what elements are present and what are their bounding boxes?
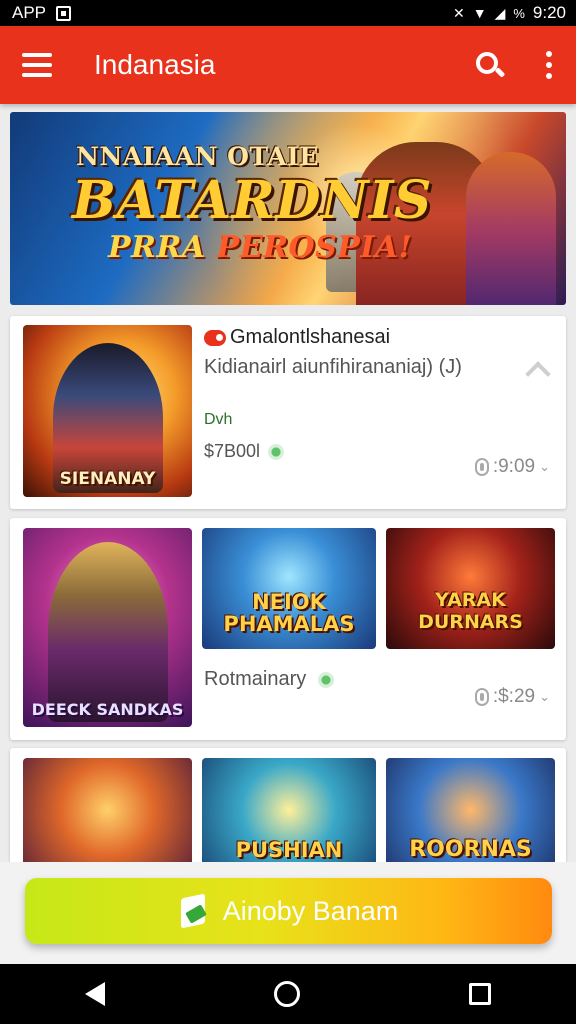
chevron-down-icon: ⌄ <box>539 689 550 704</box>
edit-icon <box>179 894 209 928</box>
game-title: Gmalontlshanesai <box>204 326 390 349</box>
game-price: $7B00l <box>204 441 285 462</box>
collection-label: Rotmainary <box>204 668 335 691</box>
thumbnail-caption: DEECK SANDKAS <box>31 700 184 719</box>
menu-icon[interactable] <box>22 53 52 77</box>
collection-label-text: Rotmainary <box>204 668 307 690</box>
game-thumbnail[interactable]: ROORNAS <box>386 758 555 878</box>
banner-line-3a: PRRA <box>108 230 217 265</box>
game-thumbnail[interactable]: DEECK SANDKAS <box>23 528 192 727</box>
search-icon[interactable] <box>472 48 506 82</box>
clock: 9:20 <box>532 3 566 22</box>
featured-stat[interactable]: :9:09 ⌄ <box>474 456 550 478</box>
thumbnail-character <box>47 542 168 722</box>
home-icon[interactable] <box>273 981 300 1007</box>
game-collection-card: PUSHIAN ROORNAS <box>10 748 566 878</box>
chevron-down-icon: ⌄ <box>539 459 550 474</box>
banner-heroine <box>466 152 556 305</box>
download-icon <box>474 688 489 706</box>
developer-name: Dvh <box>204 411 233 428</box>
app-bar: Indanasia <box>0 26 576 104</box>
game-thumbnail[interactable]: PUSHIAN <box>202 758 376 878</box>
promo-banner[interactable]: NNAIAAN OTAIE BATARDNIS PRRA PEROSPIA! <box>10 112 566 305</box>
thumbnail-caption: PUSHIAN <box>235 838 343 862</box>
game-title-text: Gmalontlshanesai <box>230 326 391 348</box>
collection-stat[interactable]: :$:29 ⌄ <box>474 686 550 708</box>
status-bar: APP ✕ ▼ ◢ % 9:20 <box>0 0 576 26</box>
featured-game-thumbnail[interactable]: SIENANAY <box>23 325 192 497</box>
carrier-label: APP <box>12 3 47 22</box>
cta-button[interactable]: Ainoby Banam <box>25 878 552 944</box>
game-thumbnail[interactable]: NEIOK PHAMALAS <box>202 528 376 649</box>
cta-label: Ainoby Banam <box>222 895 399 926</box>
mute-icon: ✕ <box>452 5 465 21</box>
featured-game-card[interactable]: SIENANAY Gmalontlshanesai Kidianairl aiu… <box>10 316 566 509</box>
collapse-chevron-icon[interactable] <box>524 356 550 382</box>
publisher-icon <box>204 329 226 346</box>
banner-line-3: PRRA PEROSPIA! <box>108 230 412 265</box>
game-subtitle: Kidianairl aiunfihirananiaj) (J) <box>204 356 462 378</box>
thumbnail-caption: NEIOK PHAMALAS <box>223 590 355 636</box>
game-thumbnail[interactable] <box>23 758 192 878</box>
recent-apps-icon[interactable] <box>469 983 492 1005</box>
notification-icon <box>56 5 72 21</box>
game-collection-card: DEECK SANDKAS NEIOK PHAMALAS YARAK DURNA… <box>10 518 566 740</box>
wifi-icon: ▼ <box>472 5 487 21</box>
download-icon <box>474 458 489 476</box>
thumbnail-caption: YARAK DURNARS <box>418 589 523 633</box>
app-title: Indanasia <box>94 49 216 80</box>
banner-line-1: NNAIAAN OTAIE <box>76 142 319 171</box>
overflow-menu-icon[interactable] <box>544 51 554 79</box>
featured-stat-value: :9:09 <box>492 456 536 477</box>
thumbnail-caption: SIENANAY <box>59 469 156 489</box>
system-nav-bar <box>0 964 576 1024</box>
price-text: $7B00l <box>204 441 261 461</box>
battery-icon: % <box>513 5 525 21</box>
banner-line-3b: PEROSPIA! <box>216 230 413 265</box>
thumbnail-caption: ROORNAS <box>409 837 532 862</box>
verified-icon <box>318 671 335 688</box>
verified-icon <box>268 443 285 460</box>
collection-stat-value: :$:29 <box>492 686 536 707</box>
back-icon[interactable] <box>84 982 105 1006</box>
cta-bar: Ainoby Banam <box>0 862 576 964</box>
banner-headline: BATARDNIS <box>72 170 432 231</box>
game-thumbnail[interactable]: YARAK DURNARS <box>386 528 555 649</box>
signal-icon: ◢ <box>494 5 506 21</box>
